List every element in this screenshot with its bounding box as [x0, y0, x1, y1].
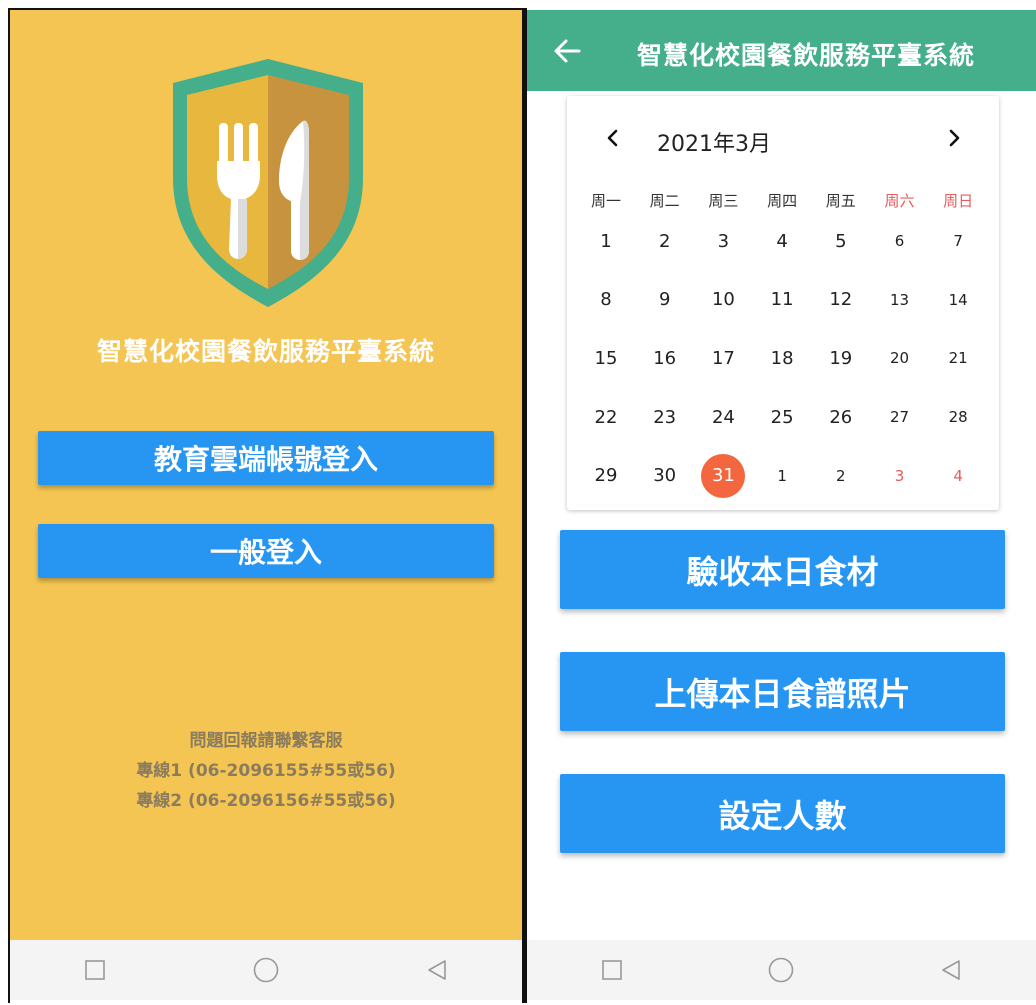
calendar-day[interactable]: 25	[760, 395, 804, 439]
calendar-day-selected[interactable]: 31	[701, 453, 746, 498]
triangle-back-icon[interactable]	[417, 950, 457, 990]
calendar-day[interactable]: 9	[643, 278, 687, 322]
calendar-day[interactable]: 17	[701, 336, 745, 380]
calendar-day[interactable]: 2	[819, 454, 863, 498]
login-screen: 智慧化校園餐飲服務平臺系統 教育雲端帳號登入 一般登入 問題回報請聯繫客服 專線…	[10, 10, 522, 1000]
calendar-day[interactable]: 3	[878, 454, 922, 498]
calendar-weekday-header: 周三	[708, 191, 739, 210]
arrow-left-icon[interactable]	[551, 34, 585, 68]
set-headcount-button[interactable]: 設定人數	[560, 774, 1005, 853]
main-screen: 智慧化校園餐飲服務平臺系統 2021年3月 周一 周二 周三 周四 周五 周六 周日 1 2 3 4…	[527, 10, 1036, 1000]
calendar-day[interactable]: 12	[819, 278, 863, 322]
calendar-day[interactable]: 4	[760, 219, 804, 263]
calendar-day[interactable]: 8	[584, 278, 628, 322]
calendar-weekday-header: 周四	[767, 191, 798, 210]
calendar-day[interactable]: 24	[701, 395, 745, 439]
calendar-day[interactable]: 4	[936, 454, 980, 498]
support-line-2: 專線2 (06-2096156#55或56)	[136, 791, 396, 811]
calendar-month-label: 2021年3月	[657, 132, 771, 157]
app-bar: 智慧化校園餐飲服務平臺系統	[527, 10, 1036, 91]
calendar-day[interactable]: 23	[643, 395, 687, 439]
calendar-day[interactable]: 20	[878, 336, 922, 380]
cloud-account-login-button[interactable]: 教育雲端帳號登入	[38, 431, 494, 485]
circle-icon[interactable]	[246, 950, 286, 990]
inspect-ingredients-button[interactable]: 驗收本日食材	[560, 530, 1005, 609]
calendar-day[interactable]: 16	[643, 336, 687, 380]
calendar-day[interactable]: 30	[643, 454, 687, 498]
support-contact-info: 問題回報請聯繫客服 專線1 (06-2096155#55或56) 專線2 (06…	[10, 726, 522, 816]
calendar-day[interactable]: 7	[936, 219, 980, 263]
calendar-day[interactable]: 5	[819, 219, 863, 263]
calendar-day[interactable]: 13	[878, 278, 922, 322]
calendar-day[interactable]: 22	[584, 395, 628, 439]
shield-fork-knife-logo	[173, 59, 363, 307]
support-line-0: 問題回報請聯繫客服	[189, 731, 343, 751]
calendar-day[interactable]: 29	[584, 454, 628, 498]
square-icon[interactable]	[75, 950, 115, 990]
calendar-weekday-header: 周五	[825, 191, 856, 210]
upload-menu-photo-button[interactable]: 上傳本日食譜照片	[560, 652, 1005, 731]
chevron-left-icon[interactable]	[599, 124, 627, 152]
triangle-back-icon[interactable]	[931, 950, 971, 990]
calendar-weekday-header: 周六	[884, 191, 915, 210]
calendar-day[interactable]: 2	[643, 219, 687, 263]
circle-icon[interactable]	[761, 950, 801, 990]
square-icon[interactable]	[592, 950, 632, 990]
calendar-day[interactable]: 15	[584, 336, 628, 380]
calendar-day[interactable]: 27	[878, 395, 922, 439]
support-line-1: 專線1 (06-2096155#55或56)	[136, 761, 396, 781]
calendar-day[interactable]: 10	[701, 278, 745, 322]
calendar-day[interactable]: 21	[936, 336, 980, 380]
calendar-weekday-header: 周二	[649, 191, 680, 210]
system-nav-bar	[10, 940, 522, 1000]
app-title: 智慧化校園餐飲服務平臺系統	[96, 337, 435, 366]
calendar-day[interactable]: 19	[819, 336, 863, 380]
calendar-day[interactable]: 14	[936, 278, 980, 322]
calendar-day[interactable]: 26	[819, 395, 863, 439]
calendar-day[interactable]: 1	[584, 219, 628, 263]
calendar-day[interactable]: 18	[760, 336, 804, 380]
calendar-weekday-header: 周日	[943, 191, 974, 210]
calendar-weekday-header: 周一	[590, 191, 621, 210]
calendar-day[interactable]: 3	[701, 219, 745, 263]
general-login-button[interactable]: 一般登入	[38, 524, 494, 578]
chevron-right-icon[interactable]	[940, 124, 968, 152]
calendar: 2021年3月 周一 周二 周三 周四 周五 周六 周日 1 2 3 4 5 6 7 8 9 10 11 12 13 1…	[567, 96, 999, 510]
calendar-day[interactable]: 28	[936, 395, 980, 439]
calendar-day[interactable]: 11	[760, 278, 804, 322]
calendar-day[interactable]: 6	[878, 219, 922, 263]
system-nav-bar	[527, 940, 1036, 1000]
app-bar-title: 智慧化校園餐飲服務平臺系統	[637, 41, 976, 70]
calendar-day[interactable]: 1	[760, 454, 804, 498]
